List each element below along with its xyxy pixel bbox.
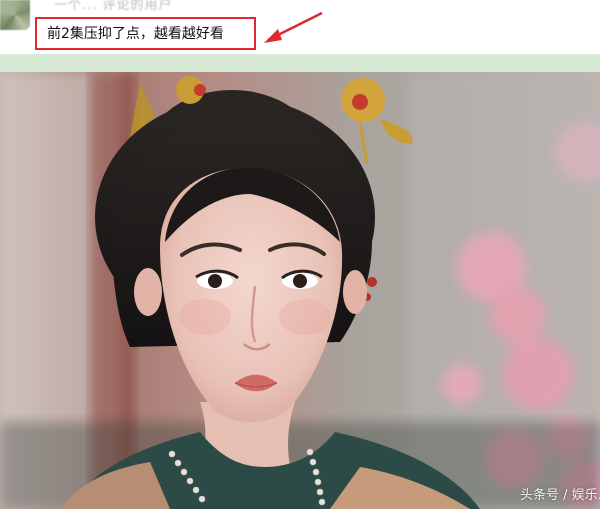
- watermark-text: 头条号 / 娱乐...: [519, 488, 600, 503]
- username[interactable]: 一个... 评论的用户: [54, 0, 186, 14]
- photo: 头条号 / 娱乐...: [0, 72, 600, 509]
- divider-band: [0, 54, 600, 72]
- avatar[interactable]: [0, 0, 30, 30]
- arrow-icon: [264, 11, 323, 43]
- portrait-image: [0, 72, 600, 509]
- comment-text: 前2集压抑了点，越看越好看: [47, 26, 224, 42]
- comment-header: 一个... 评论的用户 前2集压抑了点，越看越好看: [0, 0, 600, 54]
